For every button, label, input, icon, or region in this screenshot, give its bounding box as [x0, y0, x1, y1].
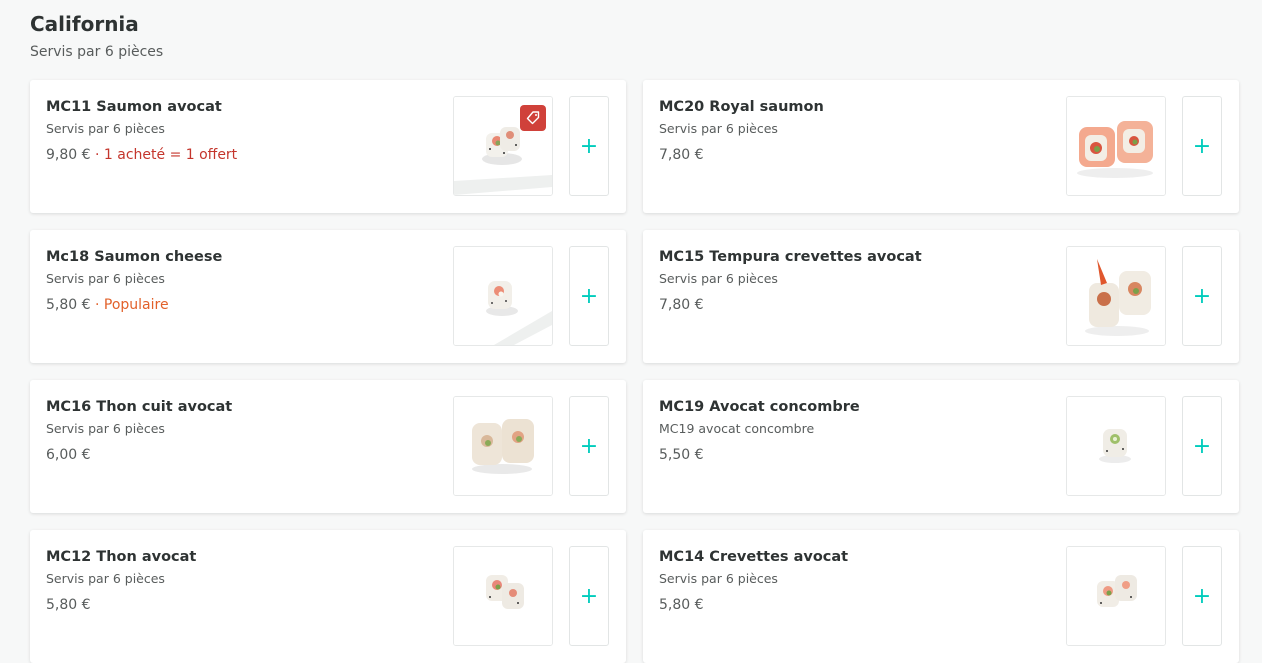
add-to-cart-button[interactable]: + — [1182, 246, 1222, 346]
menu-item-name: MC12 Thon avocat — [46, 549, 197, 565]
tag-separator: · — [90, 147, 104, 163]
menu-item-price-line: 9,80 € · 1 acheté = 1 offert — [46, 146, 436, 164]
menu-item-description: Servis par 6 pièces — [46, 121, 165, 136]
tag-separator: · — [90, 297, 104, 313]
section-title: California — [30, 12, 139, 36]
menu-item-image — [1066, 546, 1166, 646]
menu-item-image — [453, 546, 553, 646]
menu-item-info: MC11 Saumon avocat Servis par 6 pièces 9… — [46, 97, 436, 164]
menu-item-image — [1066, 246, 1166, 346]
menu-item-price: 5,80 € — [659, 597, 704, 613]
add-to-cart-button[interactable]: + — [569, 246, 609, 346]
menu-item-info: MC15 Tempura crevettes avocat Servis par… — [659, 247, 1049, 314]
menu-item-card[interactable]: MC15 Tempura crevettes avocat Servis par… — [643, 230, 1239, 363]
menu-item-info: MC14 Crevettes avocat Servis par 6 pièce… — [659, 547, 1049, 614]
menu-item-name: MC20 Royal saumon — [659, 99, 824, 115]
add-to-cart-button[interactable]: + — [1182, 396, 1222, 496]
menu-item-price: 7,80 € — [659, 147, 704, 163]
menu-item-name: MC19 Avocat concombre — [659, 399, 860, 415]
menu-item-price-line: 5,80 € · Populaire — [46, 296, 436, 314]
menu-item-description: Servis par 6 pièces — [659, 121, 778, 136]
menu-item-card[interactable]: MC16 Thon cuit avocat Servis par 6 pièce… — [30, 380, 626, 513]
menu-item-description: Servis par 6 pièces — [659, 571, 778, 586]
menu-item-name: Mc18 Saumon cheese — [46, 249, 223, 265]
menu-item-description: Servis par 6 pièces — [46, 421, 165, 436]
menu-item-description: Servis par 6 pièces — [46, 571, 165, 586]
menu-item-image — [453, 396, 553, 496]
menu-item-price-line: 5,50 € — [659, 446, 1049, 464]
menu-item-price: 9,80 € — [46, 147, 91, 163]
menu-item-name: MC11 Saumon avocat — [46, 99, 222, 115]
menu-item-name: MC16 Thon cuit avocat — [46, 399, 233, 415]
menu-item-info: MC19 Avocat concombre MC19 avocat concom… — [659, 397, 1049, 464]
section-subtitle: Servis par 6 pièces — [30, 44, 164, 60]
menu-item-image — [453, 96, 553, 196]
menu-item-info: Mc18 Saumon cheese Servis par 6 pièces 5… — [46, 247, 436, 314]
menu-item-card[interactable]: MC19 Avocat concombre MC19 avocat concom… — [643, 380, 1239, 513]
menu-item-description: Servis par 6 pièces — [659, 271, 778, 286]
menu-item-card[interactable]: MC14 Crevettes avocat Servis par 6 pièce… — [643, 530, 1239, 663]
menu-item-info: MC20 Royal saumon Servis par 6 pièces 7,… — [659, 97, 1049, 164]
menu-item-card[interactable]: MC20 Royal saumon Servis par 6 pièces 7,… — [643, 80, 1239, 213]
menu-item-price-line: 5,80 € — [46, 596, 436, 614]
menu-item-price-line: 6,00 € — [46, 446, 436, 464]
menu-item-price-line: 5,80 € — [659, 596, 1049, 614]
menu-item-info: MC16 Thon cuit avocat Servis par 6 pièce… — [46, 397, 436, 464]
menu-item-info: MC12 Thon avocat Servis par 6 pièces 5,8… — [46, 547, 436, 614]
menu-item-price-line: 7,80 € — [659, 296, 1049, 314]
menu-item-price: 5,50 € — [659, 447, 704, 463]
menu-items-grid: MC11 Saumon avocat Servis par 6 pièces 9… — [30, 80, 1239, 663]
menu-item-image — [1066, 96, 1166, 196]
menu-item-name: MC15 Tempura crevettes avocat — [659, 249, 922, 265]
menu-item-price: 7,80 € — [659, 297, 704, 313]
offer-tag: 1 acheté = 1 offert — [103, 147, 238, 163]
add-to-cart-button[interactable]: + — [569, 396, 609, 496]
menu-item-description: Servis par 6 pièces — [46, 271, 165, 286]
menu-item-price-line: 7,80 € — [659, 146, 1049, 164]
menu-item-price: 5,80 € — [46, 597, 91, 613]
add-to-cart-button[interactable]: + — [1182, 96, 1222, 196]
menu-item-price: 6,00 € — [46, 447, 91, 463]
menu-item-description: MC19 avocat concombre — [659, 421, 815, 436]
menu-item-card[interactable]: MC11 Saumon avocat Servis par 6 pièces 9… — [30, 80, 626, 213]
section-header: California Servis par 6 pièces — [30, 10, 163, 60]
menu-item-price: 5,80 € — [46, 297, 91, 313]
menu-item-image — [453, 246, 553, 346]
menu-item-name: MC14 Crevettes avocat — [659, 549, 849, 565]
add-to-cart-button[interactable]: + — [1182, 546, 1222, 646]
menu-item-card[interactable]: Mc18 Saumon cheese Servis par 6 pièces 5… — [30, 230, 626, 363]
menu-item-image — [1066, 396, 1166, 496]
add-to-cart-button[interactable]: + — [569, 96, 609, 196]
tag-icon — [520, 105, 546, 131]
menu-item-card[interactable]: MC12 Thon avocat Servis par 6 pièces 5,8… — [30, 530, 626, 663]
popular-tag: Populaire — [103, 297, 169, 313]
add-to-cart-button[interactable]: + — [569, 546, 609, 646]
